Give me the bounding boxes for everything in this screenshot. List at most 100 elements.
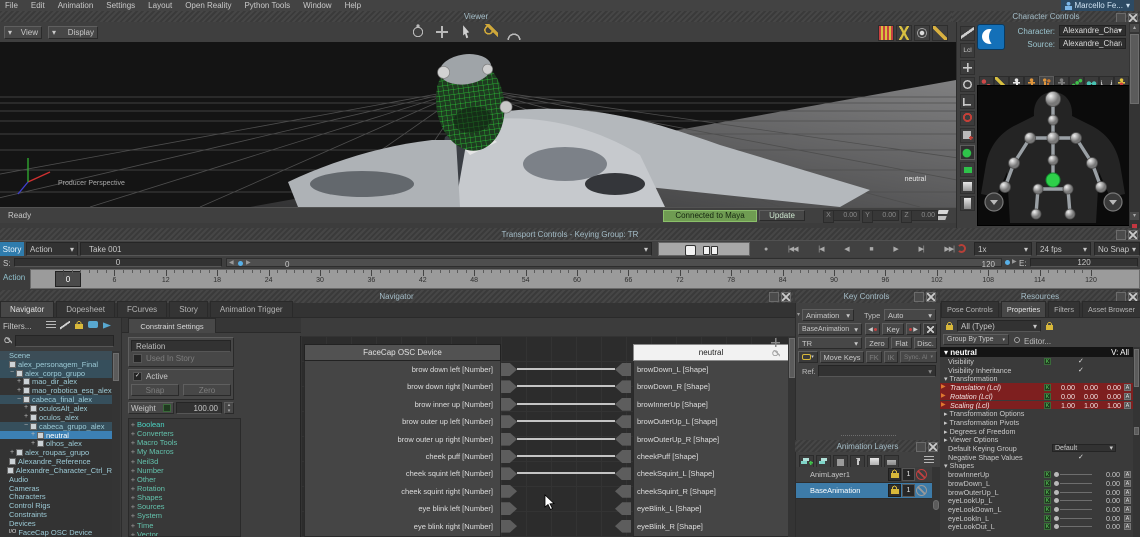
layer-weight[interactable]: 1 (902, 468, 915, 481)
tree-item-devices[interactable]: Devices (0, 519, 112, 528)
layer-dropdown[interactable]: BaseAnimation▾ (798, 323, 862, 335)
property-row-visibility[interactable]: VisibilityK✓ (940, 357, 1133, 366)
anim-box-icon[interactable]: A (1124, 489, 1131, 496)
step-forward-button[interactable]: ▶| (918, 245, 923, 253)
menu-item-open-reality[interactable]: Open Reality (185, 1, 231, 10)
input-port-browdown-r-shape[interactable]: browDown_R [Shape] (637, 382, 710, 391)
input-connector-icon[interactable] (615, 520, 631, 533)
tree-item-characters[interactable]: Characters (0, 493, 112, 502)
play-button[interactable]: ▶ (893, 245, 897, 253)
slider-track[interactable] (1060, 500, 1092, 501)
input-port-cheeksquint-r-shape[interactable]: cheekSquint_R [Shape] (637, 487, 716, 496)
timeline-zoom-bar[interactable]: ◀ ▶ 0 120 (226, 258, 1002, 267)
snap-tool-icon[interactable] (960, 111, 975, 126)
operator-group-other[interactable]: +Other (129, 475, 240, 484)
frame-display[interactable] (658, 242, 750, 256)
animation-dropdown[interactable]: Animation▾ (802, 309, 854, 321)
input-port-eyeblink-l-shape[interactable]: eyeBlink_L [Shape] (637, 504, 701, 513)
view-dropdown[interactable]: ▾ View (4, 26, 42, 39)
tree-item-mao-robotica-esq-alex[interactable]: +mao_robotica_esq_alex (0, 386, 112, 395)
scrollbar-thumb[interactable] (1130, 34, 1139, 104)
shape-row-browinnerup[interactable]: browInnerUpK0.00A (940, 470, 1133, 479)
shape-row-eyelookup-l[interactable]: eyeLookUp_LK0.00A (940, 496, 1133, 505)
anim-box-icon[interactable]: A (1124, 402, 1131, 409)
output-connector-icon[interactable] (501, 363, 517, 376)
key-box-icon[interactable]: K (1044, 515, 1051, 522)
input-connector-icon[interactable] (615, 467, 631, 480)
rotate-tool-icon[interactable] (960, 77, 975, 92)
tree-item-constraints[interactable]: Constraints (0, 510, 112, 519)
anim-box-icon[interactable]: A (1124, 515, 1131, 522)
property-value[interactable]: 0.00 (1099, 392, 1121, 401)
expand-plus-icon[interactable]: + (129, 447, 137, 456)
sync-dropdown[interactable]: Sync. Al▾ (900, 351, 937, 363)
operator-group-neil3d[interactable]: +Neil3d (129, 457, 240, 466)
range-handle-icon[interactable] (1005, 260, 1010, 265)
menu-item-animation[interactable]: Animation (58, 1, 94, 10)
property-dropdown[interactable]: Default▾ (1052, 444, 1116, 452)
expand-plus-icon[interactable]: + (129, 521, 137, 530)
expand-plus-icon[interactable]: + (129, 466, 137, 475)
expand-plus-icon[interactable]: + (129, 502, 137, 511)
tree-item-alex-corpo-grupo[interactable]: −alex_corpo_grupo (0, 369, 112, 378)
scrollbar[interactable] (1133, 347, 1140, 537)
end-frame-field[interactable]: 120 (1030, 258, 1138, 267)
lock-filter-icon[interactable] (74, 321, 84, 330)
jump-end-button[interactable]: ▶▶| (944, 245, 954, 253)
scroll-down-icon[interactable]: ▾ (1130, 212, 1139, 220)
input-connector-icon[interactable] (615, 398, 631, 411)
property-value[interactable]: 0.00 (1076, 392, 1098, 401)
editor-button[interactable]: Editor... (1024, 337, 1051, 346)
character-logo-icon[interactable] (977, 24, 1005, 50)
tab-dopesheet[interactable]: Dopesheet (56, 301, 115, 317)
shape-value[interactable]: 0.00 (1090, 488, 1120, 497)
input-connector-icon[interactable] (615, 363, 631, 376)
menu-item-help[interactable]: Help (345, 1, 361, 10)
scrollbar-thumb[interactable] (933, 500, 939, 510)
zoom-canvas-icon[interactable] (772, 350, 780, 358)
snap-icon[interactable] (896, 25, 912, 41)
scrollbar[interactable] (112, 351, 120, 537)
property-row-viewer-options[interactable]: ▸ Viewer Options (940, 435, 1133, 444)
story-button[interactable]: Story (0, 242, 24, 256)
zero-button[interactable]: Zero (183, 384, 231, 396)
operator-group-vector[interactable]: +Vector (129, 530, 240, 537)
orbit-icon[interactable] (410, 24, 426, 40)
input-port-browouterup-l-shape[interactable]: browOuterUp_L [Shape] (637, 417, 718, 426)
operator-group-system[interactable]: +System (129, 511, 240, 520)
property-value[interactable]: 0.00 (1053, 392, 1075, 401)
property-row-transformation[interactable]: ▾ Transformation (940, 374, 1133, 383)
object-header-row[interactable]: ▾ neutral V: All (940, 347, 1133, 357)
pick-cursor-icon[interactable] (60, 321, 70, 330)
tree-item-alex-personagem-final[interactable]: alex_personagem_Final (0, 360, 112, 369)
output-connector-icon[interactable] (501, 415, 517, 428)
next-key-button[interactable]: ▶ (906, 323, 921, 335)
axis-value-y[interactable]: 0.00 (872, 210, 899, 221)
shape-row-eyelookdown-l[interactable]: eyeLookDown_LK0.00A (940, 505, 1133, 514)
slider-track[interactable] (1060, 526, 1092, 527)
paste-icon[interactable] (960, 128, 975, 143)
input-connector-icon[interactable] (615, 485, 631, 498)
key-box-icon[interactable]: K (1044, 523, 1051, 530)
output-port-brow-outer-up-left-number[interactable]: brow outer up left [Number] (304, 417, 493, 426)
speed-dropdown[interactable]: 1x▾ (974, 242, 1032, 256)
lock-icon[interactable] (1045, 322, 1054, 331)
lcl-mode[interactable]: Lcl (960, 43, 975, 58)
property-row-degrees-of-freedom[interactable]: ▸ Degrees of Freedom (940, 427, 1133, 436)
tree-item-control-rigs[interactable]: Control Rigs (0, 501, 112, 510)
operator-group-shapes[interactable]: +Shapes (129, 493, 240, 502)
previous-key-button[interactable]: ◀ (865, 323, 880, 335)
output-port-brow-down-right-number[interactable]: brow down right [Number] (304, 382, 493, 391)
fps-dropdown[interactable]: 24 fps▾ (1036, 242, 1091, 256)
layer-mute-icon[interactable] (916, 485, 927, 496)
range-arrow-icon[interactable]: ▶ (1012, 258, 1017, 265)
input-port-browinnerup-shape[interactable]: browInnerUp [Shape] (637, 400, 708, 409)
key-box-icon[interactable]: K (1044, 358, 1051, 365)
timeline-ruler[interactable]: 0 61218243036424854606672788490961021081… (30, 269, 1140, 289)
anim-box-icon[interactable]: A (1124, 497, 1131, 504)
property-row-visibility-inheritance[interactable]: Visibility Inheritance✓ (940, 366, 1133, 375)
shape-value[interactable]: 0.00 (1090, 479, 1120, 488)
input-connector-icon[interactable] (615, 433, 631, 446)
input-port-cheeksquint-l-shape[interactable]: cheekSquint_L [Shape] (637, 469, 714, 478)
type-filter-dropdown[interactable]: All (Type)▾ (957, 320, 1041, 332)
